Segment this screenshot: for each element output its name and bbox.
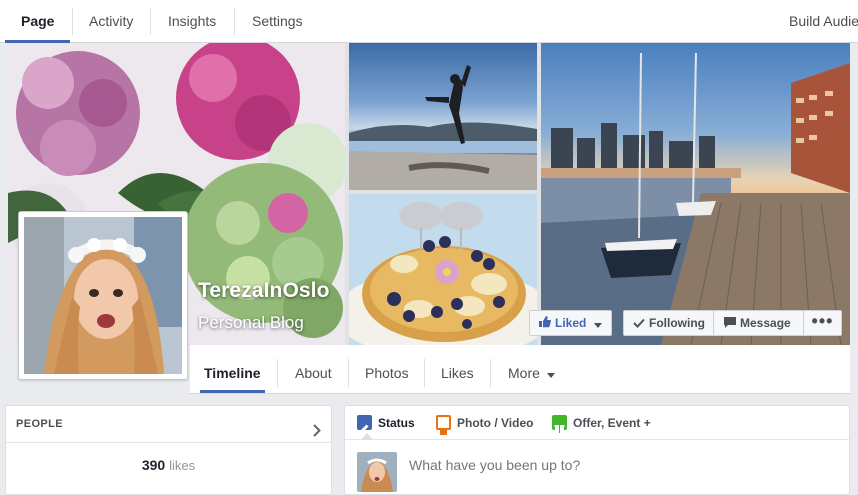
gift-icon <box>552 415 567 433</box>
tab-photos[interactable]: Photos <box>365 345 409 393</box>
composer-tab-offer-event-label: Offer, Event + <box>573 416 651 430</box>
tab-about[interactable]: About <box>295 345 332 393</box>
camera-icon <box>436 415 451 435</box>
cover-photo-yoga <box>349 43 537 190</box>
timeline-tabs-bar: Timeline About Photos Likes More <box>190 345 850 394</box>
admin-tab-insights[interactable]: Insights <box>168 0 216 42</box>
divider <box>348 359 349 387</box>
status-input[interactable] <box>409 455 829 475</box>
liked-button[interactable]: Liked <box>529 310 612 336</box>
people-card: PEOPLE 390 likes <box>5 405 332 495</box>
message-icon <box>724 312 736 336</box>
page-name[interactable]: TerezaInOslo <box>198 279 330 303</box>
profile-picture[interactable] <box>18 211 188 380</box>
composer-tab-offer-event[interactable]: Offer, Event + <box>552 406 651 439</box>
pencil-icon <box>357 415 372 432</box>
thumbs-up-icon <box>538 312 551 336</box>
following-button[interactable]: Following <box>623 310 714 336</box>
tab-timeline[interactable]: Timeline <box>200 345 265 393</box>
caret-down-icon <box>546 345 555 401</box>
admin-tab-settings[interactable]: Settings <box>252 0 303 42</box>
composer-tab-status[interactable]: Status <box>357 406 415 440</box>
cover-photo-harbor <box>541 43 850 345</box>
build-audience-link[interactable]: Build Audie <box>789 0 858 42</box>
composer-tab-photo-video[interactable]: Photo / Video <box>436 406 533 439</box>
admin-tab-page[interactable]: Page <box>4 0 72 43</box>
liked-button-label: Liked <box>555 316 587 330</box>
people-card-header[interactable]: PEOPLE <box>6 406 331 443</box>
page-admin-nav: Page Activity Insights Settings Build Au… <box>0 0 858 43</box>
tab-more-label: More <box>508 365 540 381</box>
cover-photo-pancakes <box>349 194 537 345</box>
divider <box>277 359 278 387</box>
tab-more[interactable]: More <box>508 345 555 393</box>
avatar <box>357 452 397 492</box>
composer-tabs: Status Photo / Video Offer, Event + <box>345 406 849 440</box>
divider <box>234 8 235 35</box>
divider <box>490 359 491 387</box>
message-button[interactable]: Message <box>714 310 804 336</box>
chevron-right-icon[interactable] <box>313 416 321 452</box>
divider <box>72 8 73 35</box>
likes-count: 390 <box>141 457 166 473</box>
people-heading: PEOPLE <box>16 418 64 430</box>
likes-summary[interactable]: 390 likes <box>6 457 331 473</box>
message-button-label: Message <box>740 316 791 330</box>
composer-tab-photo-video-label: Photo / Video <box>457 416 534 430</box>
divider <box>150 8 151 35</box>
checkmark-icon <box>633 312 645 336</box>
more-dots-icon[interactable]: ••• <box>804 310 842 336</box>
following-button-label: Following <box>649 316 705 330</box>
post-composer: Status Photo / Video Offer, Event + <box>344 405 850 495</box>
page-category: Personal Blog <box>198 313 304 332</box>
admin-tab-activity[interactable]: Activity <box>89 0 133 42</box>
tab-likes[interactable]: Likes <box>441 345 474 393</box>
divider <box>424 359 425 387</box>
likes-label: likes <box>169 458 196 473</box>
composer-tab-status-label: Status <box>378 416 415 430</box>
caret-down-icon <box>593 312 602 336</box>
